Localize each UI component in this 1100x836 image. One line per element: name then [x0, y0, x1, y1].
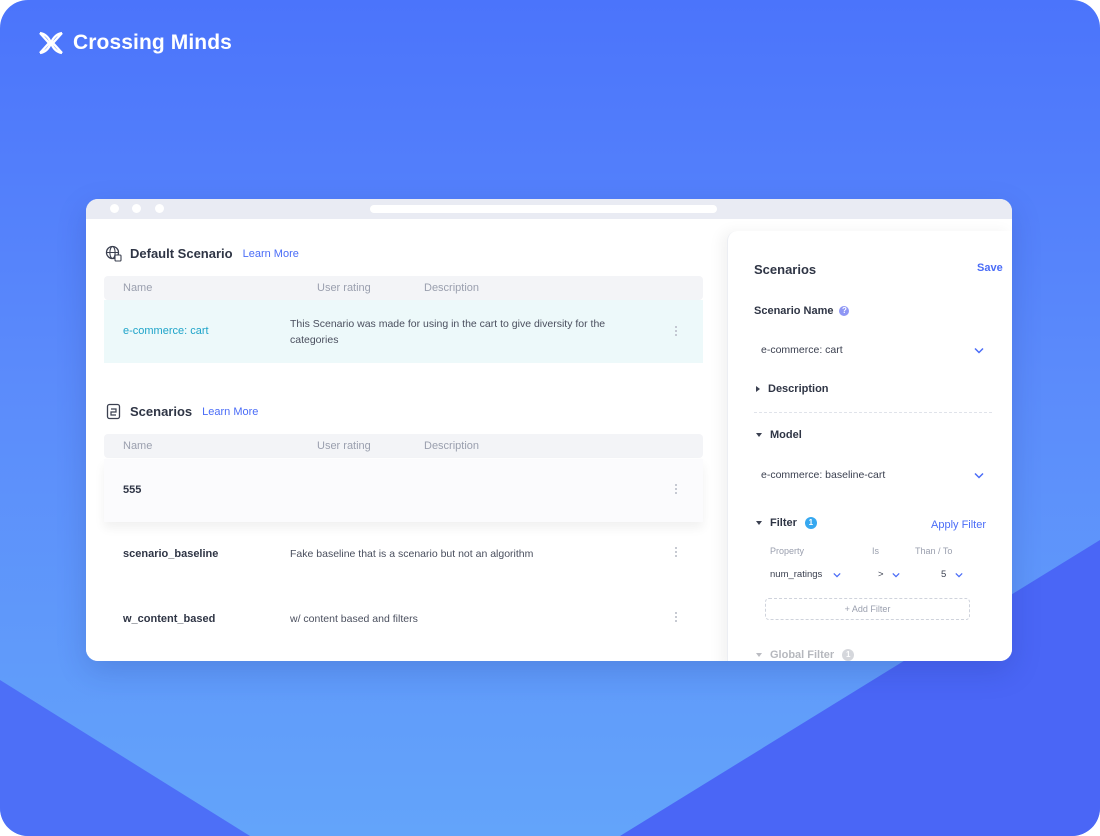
- panel-title: Scenarios: [754, 262, 817, 277]
- global-filter-section-toggle[interactable]: Global Filter 1: [756, 649, 855, 661]
- scenario-description: Fake baseline that is a scenario but not…: [290, 548, 534, 560]
- chevron-down-icon[interactable]: [955, 572, 963, 578]
- save-button[interactable]: Save: [977, 262, 1003, 274]
- brand: Crossing Minds: [37, 30, 232, 56]
- model-select[interactable]: e-commerce: baseline-cart: [754, 461, 989, 489]
- scenario-lists: Default Scenario Learn More Name User ra…: [86, 219, 726, 661]
- table-row[interactable]: 555: [104, 459, 703, 522]
- column-header-description[interactable]: Description: [424, 282, 479, 294]
- window-titlebar: [86, 199, 1012, 219]
- column-header-name[interactable]: Name: [123, 282, 152, 294]
- marketing-stage: Crossing Minds Default Scenario Learn Mo…: [0, 0, 1100, 836]
- default-scenario-header: Default Scenario Learn More: [105, 245, 299, 262]
- column-header-description[interactable]: Description: [424, 440, 479, 452]
- filter-value-select[interactable]: 5: [941, 569, 946, 580]
- model-label: Model: [770, 429, 802, 441]
- chevron-down-icon[interactable]: [974, 347, 984, 354]
- description-label: Description: [768, 383, 829, 395]
- brand-name: Crossing Minds: [73, 31, 232, 54]
- column-header-user-rating[interactable]: User rating: [317, 282, 371, 294]
- scenario-name[interactable]: w_content_based: [123, 613, 215, 625]
- filter-section-toggle[interactable]: Filter 1: [756, 517, 817, 529]
- table-row[interactable]: w_content_based w/ content based and fil…: [104, 589, 703, 652]
- scenarios-title: Scenarios: [130, 404, 193, 419]
- filter-header-property: Property: [770, 546, 805, 556]
- global-filter-count-badge: 1: [842, 649, 855, 661]
- window-dot-icon[interactable]: [155, 204, 164, 213]
- scenarios-header: Scenarios Learn More: [105, 403, 258, 420]
- more-options-icon[interactable]: [674, 326, 678, 338]
- filter-operator-select[interactable]: >: [878, 569, 884, 580]
- table-row-default-scenario[interactable]: e-commerce: cart This Scenario was made …: [104, 300, 703, 363]
- caret-down-icon: [756, 653, 762, 657]
- more-options-icon[interactable]: [674, 612, 678, 624]
- default-scenario-title: Default Scenario: [130, 246, 233, 261]
- apply-filter-button[interactable]: Apply Filter: [931, 519, 986, 531]
- more-options-icon[interactable]: [674, 484, 678, 496]
- column-header-user-rating[interactable]: User rating: [317, 440, 371, 452]
- scenario-settings-panel: Scenarios Save Scenario Name ? e-commerc…: [727, 231, 1012, 661]
- model-section-toggle[interactable]: Model: [756, 429, 802, 441]
- filter-count-badge: 1: [804, 517, 817, 529]
- caret-down-icon: [756, 521, 762, 525]
- filter-header-is: Is: [872, 546, 880, 556]
- scenario-name-label-text: Scenario Name: [754, 305, 834, 317]
- default-scenario-learn-more-link[interactable]: Learn More: [243, 248, 299, 260]
- scenario-name-select[interactable]: e-commerce: cart: [754, 336, 989, 364]
- scenarios-learn-more-link[interactable]: Learn More: [202, 406, 258, 418]
- description-section-toggle[interactable]: Description: [756, 383, 829, 395]
- add-filter-button[interactable]: + Add Filter: [765, 598, 970, 620]
- window-dot-icon[interactable]: [110, 204, 119, 213]
- default-scenario-table-header: Name User rating Description: [104, 276, 703, 300]
- crossing-minds-logo-icon: [39, 31, 63, 55]
- filter-header-than: Than / To: [915, 546, 953, 556]
- global-filter-label: Global Filter: [770, 649, 835, 661]
- scenario-name-value: e-commerce: cart: [761, 344, 843, 356]
- default-scenario-description: This Scenario was made for using in the …: [290, 318, 606, 346]
- help-icon[interactable]: ?: [839, 306, 850, 316]
- caret-right-icon: [756, 386, 760, 392]
- chevron-down-icon[interactable]: [833, 572, 841, 578]
- scenario-description: w/ content based and filters: [290, 613, 418, 625]
- model-value: e-commerce: baseline-cart: [761, 469, 886, 481]
- more-options-icon[interactable]: [674, 547, 678, 559]
- default-scenario-name[interactable]: e-commerce: cart: [123, 325, 209, 337]
- column-header-name[interactable]: Name: [123, 440, 152, 452]
- document-icon: [106, 403, 121, 420]
- chevron-down-icon[interactable]: [974, 472, 984, 479]
- filter-property-select[interactable]: num_ratings: [770, 569, 822, 580]
- caret-down-icon: [756, 433, 762, 437]
- globe-icon: [105, 245, 122, 262]
- scenario-name-label: Scenario Name ?: [754, 305, 850, 317]
- scenario-name[interactable]: 555: [123, 484, 141, 496]
- filter-label: Filter: [770, 517, 797, 529]
- bg-triangle-left: [0, 680, 250, 836]
- scenario-name[interactable]: scenario_baseline: [123, 548, 218, 560]
- chevron-down-icon[interactable]: [892, 572, 900, 578]
- window-dot-icon[interactable]: [132, 204, 141, 213]
- scenarios-table-header: Name User rating Description: [104, 434, 703, 458]
- url-bar[interactable]: [370, 205, 717, 213]
- table-row[interactable]: scenario_baseline Fake baseline that is …: [104, 524, 703, 587]
- app-window: Default Scenario Learn More Name User ra…: [86, 199, 1012, 661]
- section-divider: [754, 412, 992, 413]
